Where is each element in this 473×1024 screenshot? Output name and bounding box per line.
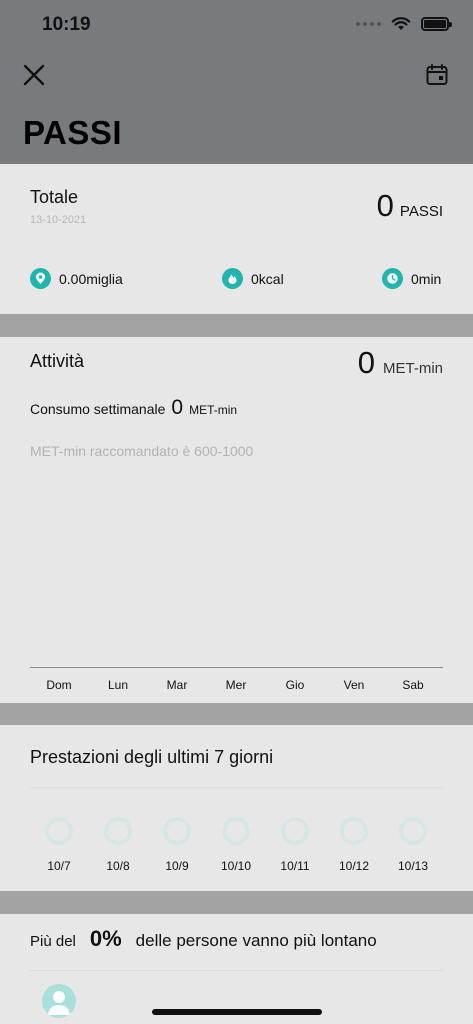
location-pin-icon — [30, 268, 51, 289]
comparison-suffix: delle persone vanno più lontano — [135, 931, 377, 950]
day-progress[interactable]: 10/10 — [208, 817, 264, 873]
calories-stat: 0kcal — [222, 268, 284, 289]
header: 10:19 PASSI — [0, 0, 473, 164]
status-bar: 10:19 — [0, 0, 473, 50]
calendar-icon[interactable] — [425, 63, 449, 87]
section-divider — [0, 891, 473, 914]
comparison-percent: 0% — [89, 926, 122, 951]
day-date: 10/12 — [338, 859, 370, 873]
progress-ring — [399, 817, 427, 845]
totals-date: 13-10-2021 — [30, 214, 87, 226]
cellular-signal-icon — [356, 21, 381, 26]
home-indicator[interactable] — [152, 1009, 322, 1015]
day-label: Dom — [46, 678, 72, 692]
progress-ring — [163, 817, 191, 845]
duration-stat: 0min — [382, 268, 441, 289]
chart-axis — [30, 667, 443, 668]
weekly-consumption: Consumo settimanale 0 MET-min — [30, 396, 237, 420]
comparison-prefix: Più del — [30, 933, 76, 950]
wifi-icon — [391, 17, 411, 30]
activity-label: Attività — [30, 351, 85, 371]
progress-ring — [222, 817, 250, 845]
flame-icon — [222, 268, 243, 289]
day-label: Gio — [285, 678, 305, 692]
day-label: Sab — [402, 678, 424, 692]
comparison-card: Più del 0% delle persone vanno più lonta… — [0, 914, 473, 1024]
progress-ring — [104, 817, 132, 845]
day-progress[interactable]: 10/7 — [31, 817, 87, 873]
distance-stat: 0.00miglia — [30, 268, 123, 289]
section-divider — [0, 314, 473, 337]
day-progress[interactable]: 10/13 — [385, 817, 441, 873]
day-date: 10/8 — [106, 859, 130, 873]
weekly-unit: MET-min — [189, 403, 238, 417]
progress-ring — [45, 817, 73, 845]
day-label: Lun — [107, 678, 129, 692]
day-date: 10/10 — [220, 859, 252, 873]
person-icon — [48, 991, 70, 1015]
weekly-value: 0 — [171, 396, 184, 419]
weekly-label: Consumo settimanale — [30, 401, 166, 417]
day-progress[interactable]: 10/11 — [267, 817, 323, 873]
day-label: Mar — [166, 678, 188, 692]
comparison-line: Più del 0% delle persone vanno più lonta… — [30, 926, 377, 952]
day-label: Mer — [225, 678, 247, 692]
progress-ring — [281, 817, 309, 845]
divider — [30, 970, 443, 971]
recommended-met: MET-min raccomandato è 600-1000 — [30, 443, 254, 459]
distance-value: 0.00miglia — [59, 270, 123, 287]
page-title: PASSI — [23, 114, 123, 151]
battery-icon — [421, 16, 452, 31]
day-progress[interactable]: 10/8 — [90, 817, 146, 873]
steps-unit: PASSI — [399, 203, 443, 220]
day-date: 10/9 — [165, 859, 189, 873]
day-labels: Dom Lun Mar Mer Gio Ven Sab — [30, 678, 443, 694]
met-value: 0 — [357, 345, 375, 380]
day-date: 10/13 — [397, 859, 429, 873]
clock-icon — [382, 268, 403, 289]
met-total: 0 MET-min — [358, 345, 443, 381]
calories-value: 0kcal — [251, 270, 284, 287]
met-unit: MET-min — [383, 360, 443, 377]
section-divider — [0, 703, 473, 725]
divider — [30, 787, 443, 788]
steps-total: 0 PASSI — [377, 188, 443, 224]
day-date: 10/7 — [47, 859, 71, 873]
day-progress[interactable]: 10/9 — [149, 817, 205, 873]
day-date: 10/11 — [280, 859, 310, 873]
performance-card: Prestazioni degli ultimi 7 giorni 10/7 1… — [0, 725, 473, 891]
totals-card: Totale 13-10-2021 0 PASSI 0.00miglia 0kc… — [0, 164, 473, 314]
close-icon[interactable] — [21, 62, 47, 88]
progress-ring — [340, 817, 368, 845]
status-time: 10:19 — [42, 14, 91, 35]
day-label: Ven — [343, 678, 365, 692]
day-progress[interactable]: 10/12 — [326, 817, 382, 873]
steps-value: 0 — [376, 188, 394, 223]
avatar — [42, 984, 76, 1018]
status-icons — [356, 16, 452, 31]
duration-value: 0min — [411, 270, 442, 287]
activity-card: Attività 0 MET-min Consumo settimanale 0… — [0, 337, 473, 703]
totals-label: Totale — [30, 187, 79, 207]
performance-label: Prestazioni degli ultimi 7 giorni — [30, 747, 274, 767]
